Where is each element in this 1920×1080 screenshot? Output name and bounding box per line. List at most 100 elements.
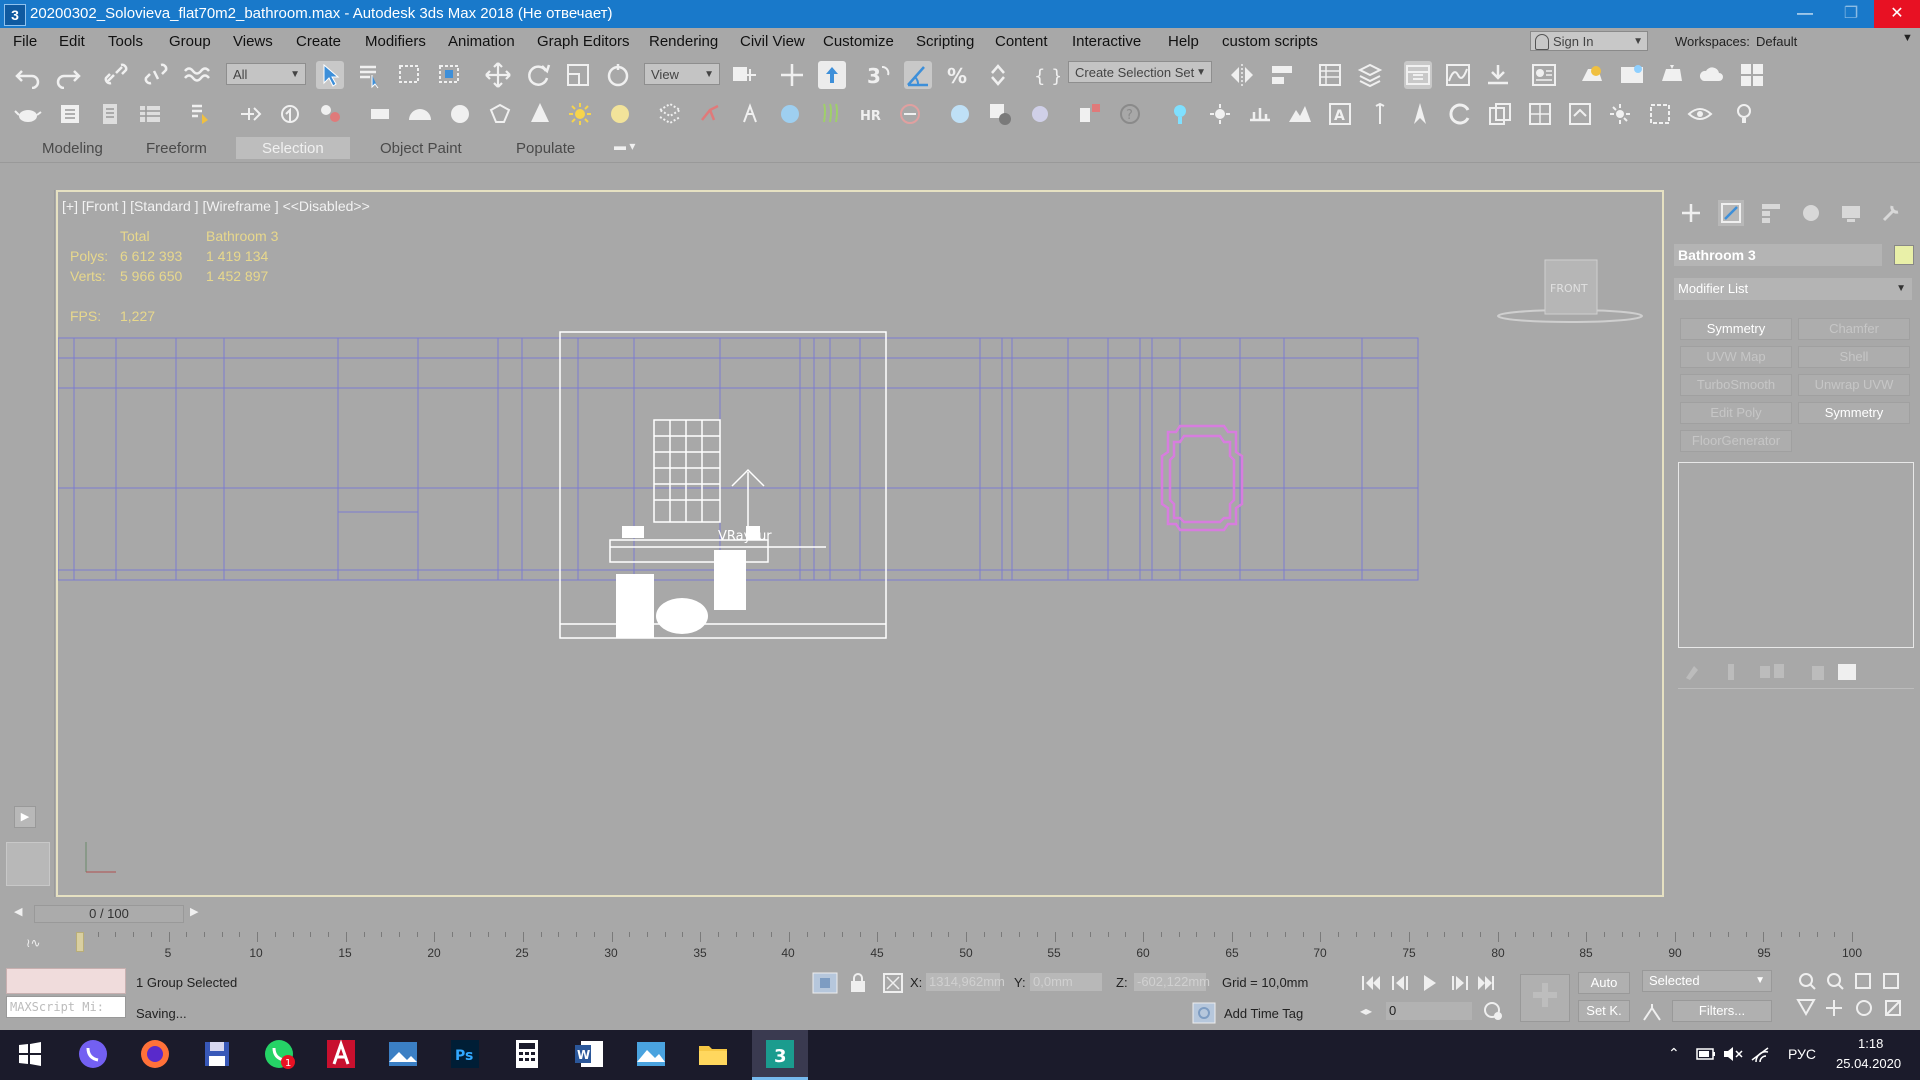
menu-group[interactable]: Group bbox=[169, 33, 211, 50]
firefox-icon[interactable] bbox=[139, 1038, 171, 1070]
modifier-button-unwrap-uvw[interactable]: Unwrap UVW bbox=[1798, 374, 1910, 396]
utilities-tab-icon[interactable] bbox=[1878, 200, 1904, 226]
menu-tools[interactable]: Tools bbox=[108, 33, 143, 50]
link-icon[interactable] bbox=[102, 61, 130, 89]
object-name-field[interactable]: Bathroom 3 bbox=[1674, 244, 1882, 266]
spinner-snap-icon[interactable] bbox=[984, 61, 1012, 89]
toggle-scene-explorer-icon[interactable] bbox=[1316, 61, 1344, 89]
wifi-icon[interactable] bbox=[1750, 1044, 1772, 1064]
windows-start-icon[interactable] bbox=[14, 1038, 46, 1070]
align-icon[interactable] bbox=[1268, 61, 1296, 89]
modifier-button-edit-poly[interactable]: Edit Poly bbox=[1680, 402, 1792, 424]
absolute-mode-icon[interactable] bbox=[882, 972, 904, 994]
vray-sphere-icon[interactable] bbox=[446, 100, 474, 128]
time-slider[interactable]: ◀ 0 / 100 ▶ bbox=[0, 902, 1920, 926]
lock-icon[interactable] bbox=[848, 972, 868, 994]
selection-filter-dropdown[interactable]: All ▼ bbox=[226, 63, 306, 85]
isolate-selection-icon[interactable] bbox=[812, 972, 838, 994]
toggle-ribbon-icon[interactable] bbox=[1404, 61, 1432, 89]
viewcube[interactable]: FRONT bbox=[1497, 259, 1643, 323]
photos-app-icon[interactable] bbox=[387, 1038, 419, 1070]
modifier-stack[interactable] bbox=[1678, 462, 1914, 648]
key-filter-dropdown[interactable]: Selected ▼ bbox=[1642, 970, 1772, 992]
compass-icon[interactable] bbox=[1406, 100, 1434, 128]
y-coordinate-field[interactable]: 0,0mm bbox=[1030, 973, 1102, 991]
bind-space-warp-icon[interactable] bbox=[182, 61, 210, 89]
calculator-icon[interactable] bbox=[511, 1038, 543, 1070]
particle-flow-icon[interactable] bbox=[1606, 100, 1634, 128]
close-button[interactable]: ✕ bbox=[1874, 0, 1920, 28]
time-tag-icon[interactable] bbox=[1192, 1002, 1216, 1024]
select-by-name-icon[interactable] bbox=[356, 61, 384, 89]
clock-time[interactable]: 1:18 bbox=[1858, 1036, 1883, 1051]
vray-lister-icon[interactable] bbox=[1076, 100, 1104, 128]
menu-modifiers[interactable]: Modifiers bbox=[365, 33, 426, 50]
scene-state-icon[interactable] bbox=[186, 100, 214, 128]
modify-tab-icon[interactable] bbox=[1718, 200, 1744, 226]
vray-dome-icon[interactable] bbox=[406, 100, 434, 128]
maxscript-listener-output[interactable] bbox=[6, 968, 126, 994]
modifier-list-dropdown[interactable]: Modifier List ▼ bbox=[1674, 278, 1912, 300]
vray-material-converter-icon[interactable] bbox=[986, 100, 1014, 128]
rectangular-selection-icon[interactable] bbox=[396, 61, 424, 89]
modifier-button-chamfer[interactable]: Chamfer bbox=[1798, 318, 1910, 340]
vray-light-icon[interactable] bbox=[486, 100, 514, 128]
tab-selection[interactable]: Selection bbox=[262, 140, 324, 157]
key-mode-toggle-icon[interactable]: ◂▸ bbox=[1360, 1004, 1372, 1018]
menu-file[interactable]: File bbox=[13, 33, 37, 50]
menu-graph-editors[interactable]: Graph Editors bbox=[537, 33, 630, 50]
menu-animation[interactable]: Animation bbox=[448, 33, 515, 50]
time-configuration-icon[interactable] bbox=[1482, 1000, 1504, 1022]
clock-date[interactable]: 25.04.2020 bbox=[1836, 1056, 1901, 1071]
volume-muted-icon[interactable] bbox=[1722, 1045, 1744, 1063]
vray-sun-icon[interactable] bbox=[566, 100, 594, 128]
menu-edit[interactable]: Edit bbox=[59, 33, 85, 50]
text-tool-icon[interactable]: A bbox=[1326, 100, 1354, 128]
track-bar[interactable]: ≀∿ 5 10 15 20 25 30 35 40 45 50 55 60 65… bbox=[0, 926, 1920, 966]
help-icon[interactable]: ? bbox=[1116, 100, 1144, 128]
current-time-marker[interactable] bbox=[76, 932, 84, 952]
chevron-up-icon[interactable]: ⌃ bbox=[1668, 1045, 1680, 1062]
vray-clipper-icon[interactable] bbox=[896, 100, 924, 128]
render-in-cloud-icon[interactable] bbox=[1698, 61, 1726, 89]
schematic-view-icon[interactable] bbox=[1484, 61, 1512, 89]
copy-icon[interactable] bbox=[1486, 100, 1514, 128]
photoshop-icon[interactable]: Ps bbox=[449, 1038, 481, 1070]
add-time-tag-label[interactable]: Add Time Tag bbox=[1224, 1006, 1303, 1021]
battery-icon[interactable] bbox=[1696, 1046, 1716, 1062]
vray-material-icon[interactable] bbox=[946, 100, 974, 128]
whatsapp-icon[interactable]: 1 bbox=[263, 1038, 295, 1070]
menu-views[interactable]: Views bbox=[233, 33, 273, 50]
previous-frame-icon[interactable]: ◀ bbox=[14, 905, 22, 918]
named-selection-set-dropdown[interactable]: Create Selection Set ▼ bbox=[1068, 61, 1212, 83]
minimize-button[interactable]: — bbox=[1782, 0, 1828, 28]
auto-key-button[interactable]: Auto bbox=[1578, 972, 1630, 994]
rotate-icon[interactable] bbox=[524, 61, 552, 89]
filters-button[interactable]: Filters... bbox=[1672, 1000, 1772, 1022]
snaps-toggle-icon[interactable]: 3 bbox=[864, 61, 892, 89]
save-app-icon[interactable] bbox=[201, 1038, 233, 1070]
asset-tracking-icon[interactable] bbox=[136, 100, 164, 128]
scale-icon[interactable] bbox=[564, 61, 592, 89]
vray-fur-strands-icon[interactable] bbox=[816, 100, 844, 128]
vr-viewer-icon[interactable] bbox=[1686, 100, 1714, 128]
front-viewport[interactable]: [+] [Front ] [Standard ] [Wireframe ] <<… bbox=[56, 190, 1664, 897]
reference-coordinate-dropdown[interactable]: View ▼ bbox=[644, 63, 720, 85]
vray-volume-grid-icon[interactable] bbox=[776, 100, 804, 128]
layer-manager-icon[interactable] bbox=[96, 100, 124, 128]
mirror-icon[interactable] bbox=[1228, 61, 1256, 89]
menu-interactive[interactable]: Interactive bbox=[1072, 33, 1141, 50]
vray-proxy-icon[interactable] bbox=[656, 100, 684, 128]
teapot-icon[interactable] bbox=[14, 100, 42, 128]
time-slider-thumb[interactable]: 0 / 100 bbox=[34, 905, 184, 923]
modifier-button-symmetry-2[interactable]: Symmetry bbox=[1798, 402, 1910, 424]
menu-civil-view[interactable]: Civil View bbox=[740, 33, 805, 50]
current-frame-field[interactable]: 0 bbox=[1386, 1002, 1472, 1020]
input-language[interactable]: РУС bbox=[1788, 1046, 1816, 1062]
rendered-frame-window-icon[interactable] bbox=[1618, 61, 1646, 89]
maximize-button[interactable]: ❐ bbox=[1828, 0, 1874, 28]
autocad-icon[interactable] bbox=[325, 1038, 357, 1070]
modifier-button-symmetry[interactable]: Symmetry bbox=[1680, 318, 1792, 340]
sign-in-dropdown[interactable]: Sign In ▼ bbox=[1530, 31, 1648, 51]
vray-ipr-icon[interactable] bbox=[276, 100, 304, 128]
